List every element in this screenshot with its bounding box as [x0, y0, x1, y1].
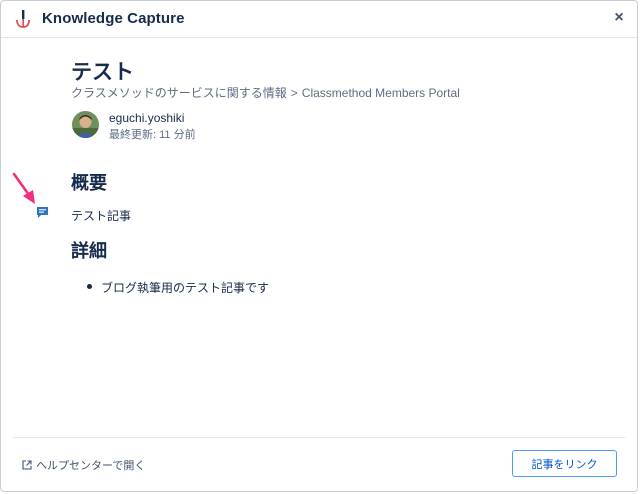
- author-name[interactable]: eguchi.yoshiki: [109, 111, 184, 125]
- summary-heading: 概要: [71, 173, 107, 193]
- last-updated: 最終更新: 11 分前: [109, 129, 196, 141]
- dialog-header: Knowledge Capture ×: [1, 1, 637, 38]
- app-title: Knowledge Capture: [42, 10, 185, 27]
- external-link-icon: [22, 460, 32, 470]
- detail-heading: 詳細: [71, 241, 107, 261]
- close-icon[interactable]: ×: [611, 10, 627, 26]
- breadcrumb-space[interactable]: クラスメソッドのサービスに関する情報: [71, 86, 287, 100]
- help-center-label: ヘルプセンターで開く: [36, 460, 146, 472]
- help-center-link[interactable]: ヘルプセンターで開く: [22, 457, 145, 473]
- annotation-arrow-icon: [12, 172, 35, 204]
- breadcrumb-portal[interactable]: Classmethod Members Portal: [302, 86, 460, 100]
- knowledge-capture-dialog: Knowledge Capture × テスト クラスメソッドのサービスに関する…: [0, 0, 638, 492]
- link-article-button[interactable]: 記事をリンク: [512, 450, 617, 477]
- comment-icon[interactable]: [36, 206, 49, 219]
- anchor-logo-icon: [16, 10, 30, 28]
- breadcrumb: クラスメソッドのサービスに関する情報 > Classmethod Members P…: [71, 84, 460, 101]
- list-item: ブログ執筆用のテスト記事です: [87, 279, 269, 296]
- breadcrumb-separator: >: [290, 86, 298, 100]
- avatar: [72, 111, 99, 138]
- footer-divider: [13, 437, 625, 438]
- summary-text: テスト記事: [71, 209, 132, 223]
- detail-list: ブログ執筆用のテスト記事です: [87, 279, 269, 296]
- page-title: テスト: [71, 61, 134, 84]
